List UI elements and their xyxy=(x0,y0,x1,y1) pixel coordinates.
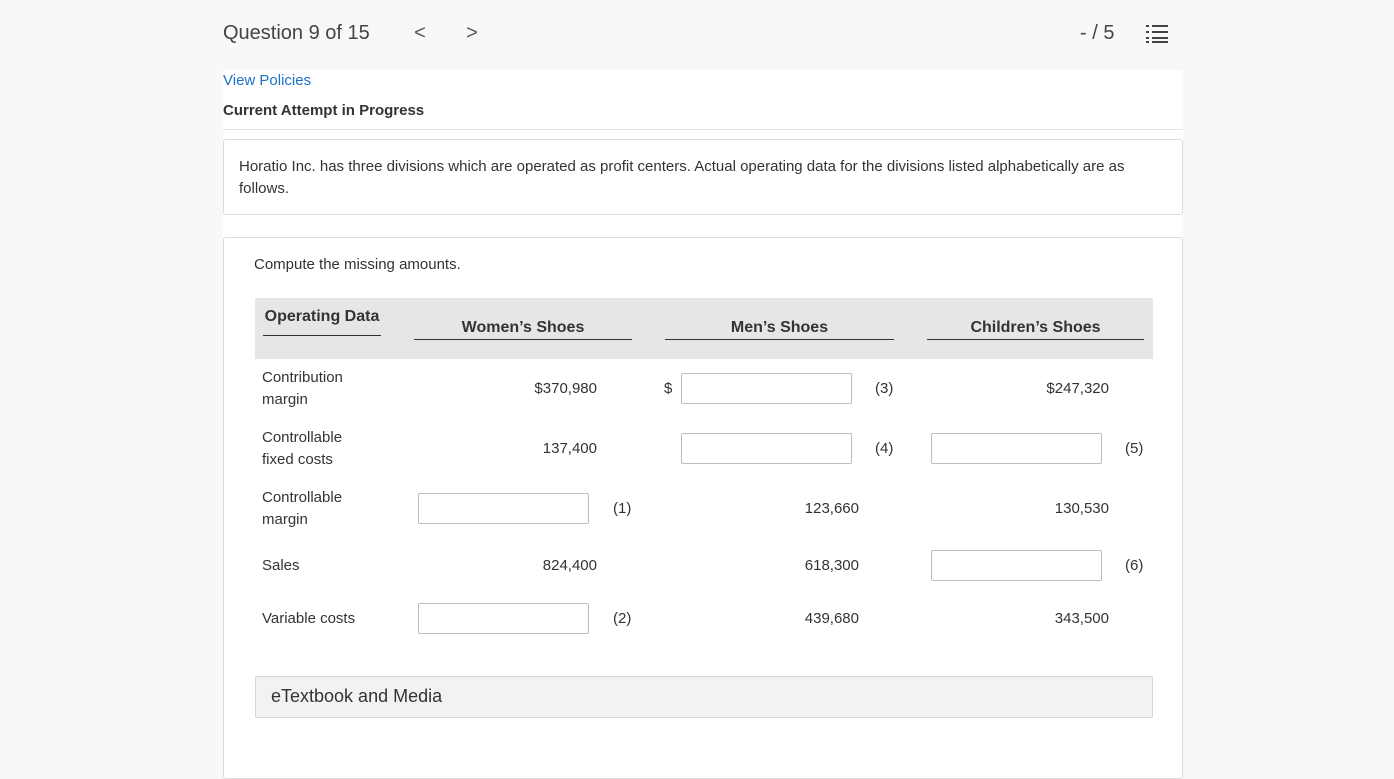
etextbook-and-media-button[interactable]: eTextbook and Media xyxy=(255,676,1153,718)
work-area: Compute the missing amounts. Operating D… xyxy=(223,237,1183,779)
ref-2: (2) xyxy=(613,610,632,627)
etextbook-label: eTextbook and Media xyxy=(271,686,443,706)
list-icon[interactable] xyxy=(1146,24,1168,44)
problem-statement-box: Horatio Inc. has three divisions which a… xyxy=(223,139,1183,215)
womens-controllable-fixed-costs: 137,400 xyxy=(542,440,597,457)
row-label-sales: Sales xyxy=(262,557,300,574)
attempt-status: Current Attempt in Progress xyxy=(223,102,425,119)
question-content: View Policies Current Attempt in Progres… xyxy=(223,70,1183,779)
womens-variable-costs-input[interactable] xyxy=(418,603,589,634)
problem-statement: Horatio Inc. has three divisions which a… xyxy=(239,158,1125,197)
childrens-contribution-margin: $247,320 xyxy=(1046,380,1109,397)
header-womens-shoes: Women’s Shoes xyxy=(414,317,632,340)
divider xyxy=(223,129,1183,130)
womens-controllable-margin-input[interactable] xyxy=(418,493,589,524)
mens-controllable-margin: 123,660 xyxy=(804,500,859,517)
row-label-controllable-fixed-costs: Controllable fixed costs xyxy=(262,429,343,468)
header-operating-data: Operating Data xyxy=(263,306,381,336)
ref-6: (6) xyxy=(1125,557,1144,574)
header-childrens-shoes: Children’s Shoes xyxy=(927,317,1144,340)
row-label-variable-costs: Variable costs xyxy=(262,610,356,627)
womens-contribution-margin: $370,980 xyxy=(534,380,597,397)
ref-1: (1) xyxy=(613,500,632,517)
dollar-sign: $ xyxy=(664,380,673,397)
ref-4: (4) xyxy=(875,440,894,457)
childrens-variable-costs: 343,500 xyxy=(1054,610,1109,627)
row-label-contribution-margin: Contribution margin xyxy=(262,369,343,408)
childrens-controllable-margin: 130,530 xyxy=(1054,500,1109,517)
childrens-controllable-fixed-costs-input[interactable] xyxy=(931,433,1102,464)
row-label-controllable-margin: Controllable margin xyxy=(262,489,343,528)
ref-3: (3) xyxy=(875,380,894,397)
table-header: Operating Data Women’s Shoes Men’s Shoes… xyxy=(255,298,1153,359)
mens-sales: 618,300 xyxy=(804,557,859,574)
mens-controllable-fixed-costs-input[interactable] xyxy=(681,433,852,464)
question-counter: Question 9 of 15 xyxy=(223,22,370,44)
previous-question-button[interactable]: < xyxy=(410,22,430,45)
question-header: Question 9 of 15 < > - / 5 xyxy=(0,0,1394,70)
womens-sales: 824,400 xyxy=(542,557,597,574)
header-mens-shoes: Men’s Shoes xyxy=(665,317,894,340)
next-question-button[interactable]: > xyxy=(462,22,482,45)
view-policies-link[interactable]: View Policies xyxy=(223,72,311,89)
mens-variable-costs: 439,680 xyxy=(804,610,859,627)
question-score: - / 5 xyxy=(1080,22,1115,44)
mens-contribution-margin-input[interactable] xyxy=(681,373,852,404)
childrens-sales-input[interactable] xyxy=(931,550,1102,581)
ref-5: (5) xyxy=(1125,440,1144,457)
instructions: Compute the missing amounts. xyxy=(254,256,461,273)
